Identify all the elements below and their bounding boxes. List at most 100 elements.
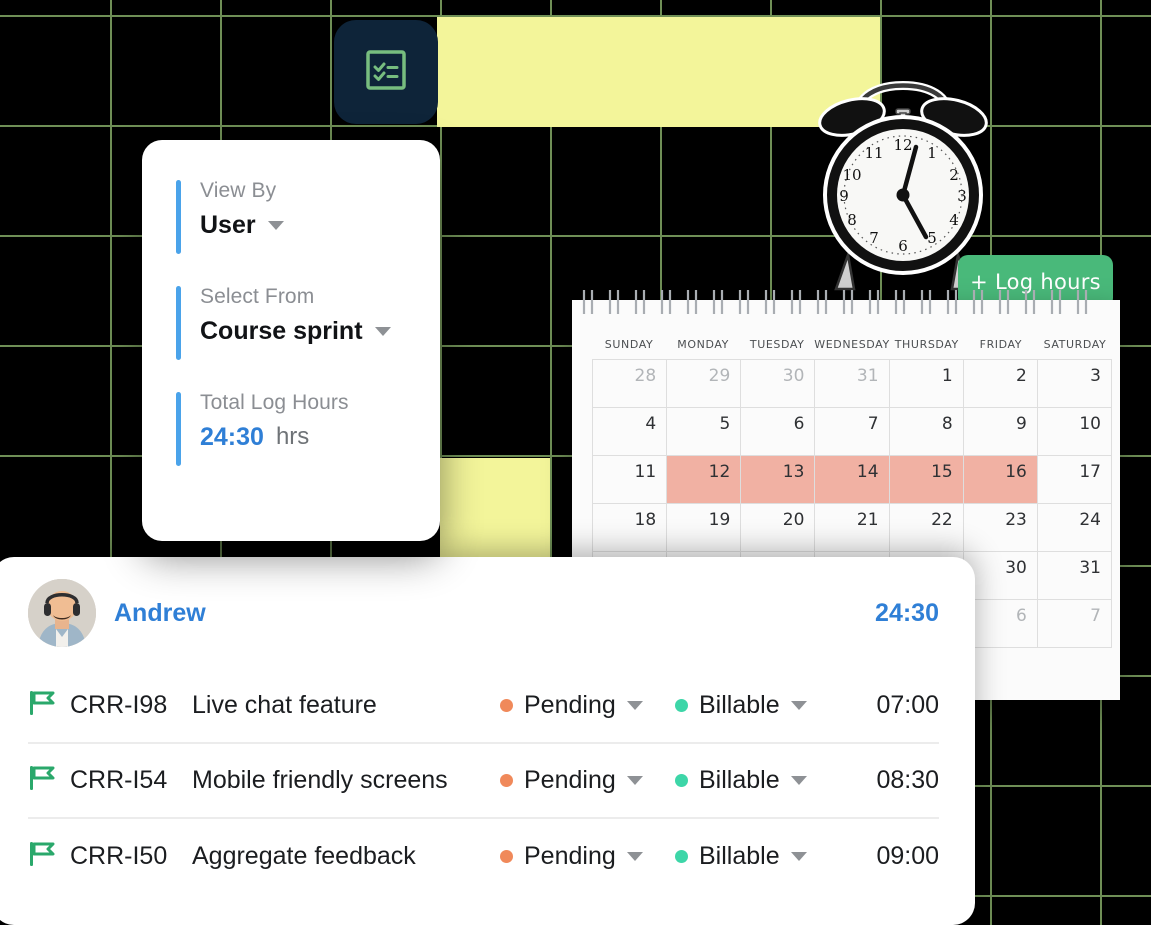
total-hours-value: 24:30 (875, 598, 939, 627)
chevron-down-icon (790, 852, 807, 861)
calendar-day-cell[interactable]: 5 (667, 408, 742, 456)
calendar-day-cell[interactable]: 21 (815, 504, 890, 552)
calendar-day-cell[interactable]: 18 (593, 504, 668, 552)
billing-label: Billable (699, 691, 780, 719)
task-card-header: Andrew 24:30 (28, 557, 939, 669)
flag-icon (28, 690, 70, 721)
checklist-icon (362, 46, 410, 99)
calendar-day-cell[interactable]: 4 (593, 408, 668, 456)
billing-dot (675, 774, 688, 787)
flag-icon (28, 765, 70, 796)
chevron-down-icon (626, 776, 643, 785)
billing-dropdown[interactable]: Billable (675, 842, 850, 871)
calendar-day-cell[interactable]: 11 (593, 456, 668, 504)
svg-text:1: 1 (927, 144, 937, 162)
chevron-down-icon (267, 220, 284, 230)
filter-group-select-from: Select From Course sprint (142, 282, 440, 360)
calendar-day-cell[interactable]: 6 (741, 408, 816, 456)
total-log-hours-unit: hrs (275, 423, 310, 450)
billing-dot (675, 699, 688, 712)
calendar-day-cell[interactable]: 9 (963, 408, 1038, 456)
task-id: CRR-I98 (70, 691, 168, 719)
status-dropdown[interactable]: Pending (500, 842, 675, 871)
status-label: Pending (524, 766, 616, 794)
calendar-weekday-header: SUNDAY MONDAY TUESDAY WEDNESDAY THURSDAY FRID… (592, 338, 1112, 359)
calendar-day-cell[interactable]: 12 (667, 456, 742, 504)
calendar-day-cell[interactable]: 14 (815, 456, 890, 504)
filter-group-view-by: View By User (142, 176, 440, 254)
svg-text:9: 9 (839, 187, 849, 205)
calendar-day-cell[interactable]: 1 (889, 360, 964, 408)
calendar-weekday: MONDAY (677, 338, 729, 351)
status-dropdown[interactable]: Pending (500, 691, 675, 720)
calendar-day-cell[interactable]: 16 (963, 456, 1038, 504)
status-label: Pending (524, 691, 616, 719)
calendar-day-cell[interactable]: 22 (889, 504, 964, 552)
calendar-day-cell[interactable]: 30 (741, 360, 816, 408)
status-dot (500, 774, 513, 787)
select-from-label: Select From (200, 285, 315, 308)
status-dot (500, 699, 513, 712)
calendar-day-cell[interactable]: 29 (667, 360, 742, 408)
billing-label: Billable (699, 842, 780, 870)
svg-text:12: 12 (893, 136, 912, 154)
chevron-down-icon (790, 701, 807, 710)
chevron-down-icon (374, 326, 391, 336)
task-time: 08:30 (876, 766, 939, 794)
status-dropdown[interactable]: Pending (500, 766, 675, 795)
calendar-day-cell[interactable]: 23 (963, 504, 1038, 552)
calendar-weekday: TUESDAY (749, 338, 805, 351)
calendar-day-cell[interactable]: 13 (741, 456, 816, 504)
total-log-hours-value-row: 24:30 hrs (200, 418, 440, 456)
billing-label: Billable (699, 766, 780, 794)
checklist-badge[interactable] (334, 20, 438, 124)
view-by-value: User (200, 211, 256, 239)
task-title: Mobile friendly screens (192, 766, 448, 794)
task-row[interactable]: CRR-I98 Live chat feature Pending Billable 0… (28, 669, 939, 744)
svg-text:2: 2 (949, 166, 959, 184)
svg-text:3: 3 (957, 187, 967, 205)
calendar-day-cell[interactable]: 3 (1037, 360, 1112, 408)
calendar-day-cell[interactable]: 7 (1037, 600, 1112, 648)
calendar-day-cell[interactable]: 19 (667, 504, 742, 552)
calendar-weekday: SATURDAY (1043, 338, 1107, 351)
calendar-day-cell[interactable]: 28 (593, 360, 668, 408)
task-row[interactable]: CRR-I54 Mobile friendly screens Pending Bil… (28, 744, 939, 819)
calendar-day-cell[interactable]: 15 (889, 456, 964, 504)
task-log-card: Andrew 24:30 CRR-I98 Live chat feature Pen… (0, 557, 975, 925)
accent-bar (176, 392, 181, 466)
calendar-day-cell[interactable]: 24 (1037, 504, 1112, 552)
svg-text:5: 5 (927, 229, 937, 247)
task-row[interactable]: CRR-I50 Aggregate feedback Pending Billable… (28, 819, 939, 894)
calendar-day-cell[interactable]: 8 (889, 408, 964, 456)
accent-bar (176, 286, 181, 360)
total-log-hours-value: 24:30 (200, 423, 264, 451)
calendar-weekday: FRIDAY (979, 338, 1023, 351)
svg-text:4: 4 (949, 211, 959, 229)
select-from-dropdown[interactable]: Course sprint (200, 312, 440, 350)
svg-text:11: 11 (864, 144, 883, 162)
calendar-day-cell[interactable]: 31 (1037, 552, 1112, 600)
total-log-hours-label: Total Log Hours (200, 391, 349, 414)
billing-dropdown[interactable]: Billable (675, 691, 850, 720)
calendar-weekday: SUNDAY (604, 338, 654, 351)
calendar-day-cell[interactable]: 17 (1037, 456, 1112, 504)
calendar-weekday: WEDNESDAY (814, 338, 890, 351)
calendar-day-cell[interactable]: 20 (741, 504, 816, 552)
calendar-day-cell[interactable]: 10 (1037, 408, 1112, 456)
calendar-weekday: THURSDAY (894, 338, 959, 351)
accent-bar (176, 180, 181, 254)
user-name[interactable]: Andrew (114, 599, 206, 628)
status-dot (500, 850, 513, 863)
status-label: Pending (524, 842, 616, 870)
highlight-square (440, 458, 550, 558)
billing-dropdown[interactable]: Billable (675, 766, 850, 795)
flag-icon (28, 841, 70, 872)
filter-card: View By User Select From Course sprint T… (142, 140, 440, 541)
task-row-list: CRR-I98 Live chat feature Pending Billable 0… (28, 669, 939, 894)
calendar-day-cell[interactable]: 7 (815, 408, 890, 456)
calendar-day-cell[interactable]: 2 (963, 360, 1038, 408)
svg-text:7: 7 (869, 229, 879, 247)
calendar-day-cell[interactable]: 31 (815, 360, 890, 408)
view-by-dropdown[interactable]: User (200, 206, 440, 244)
